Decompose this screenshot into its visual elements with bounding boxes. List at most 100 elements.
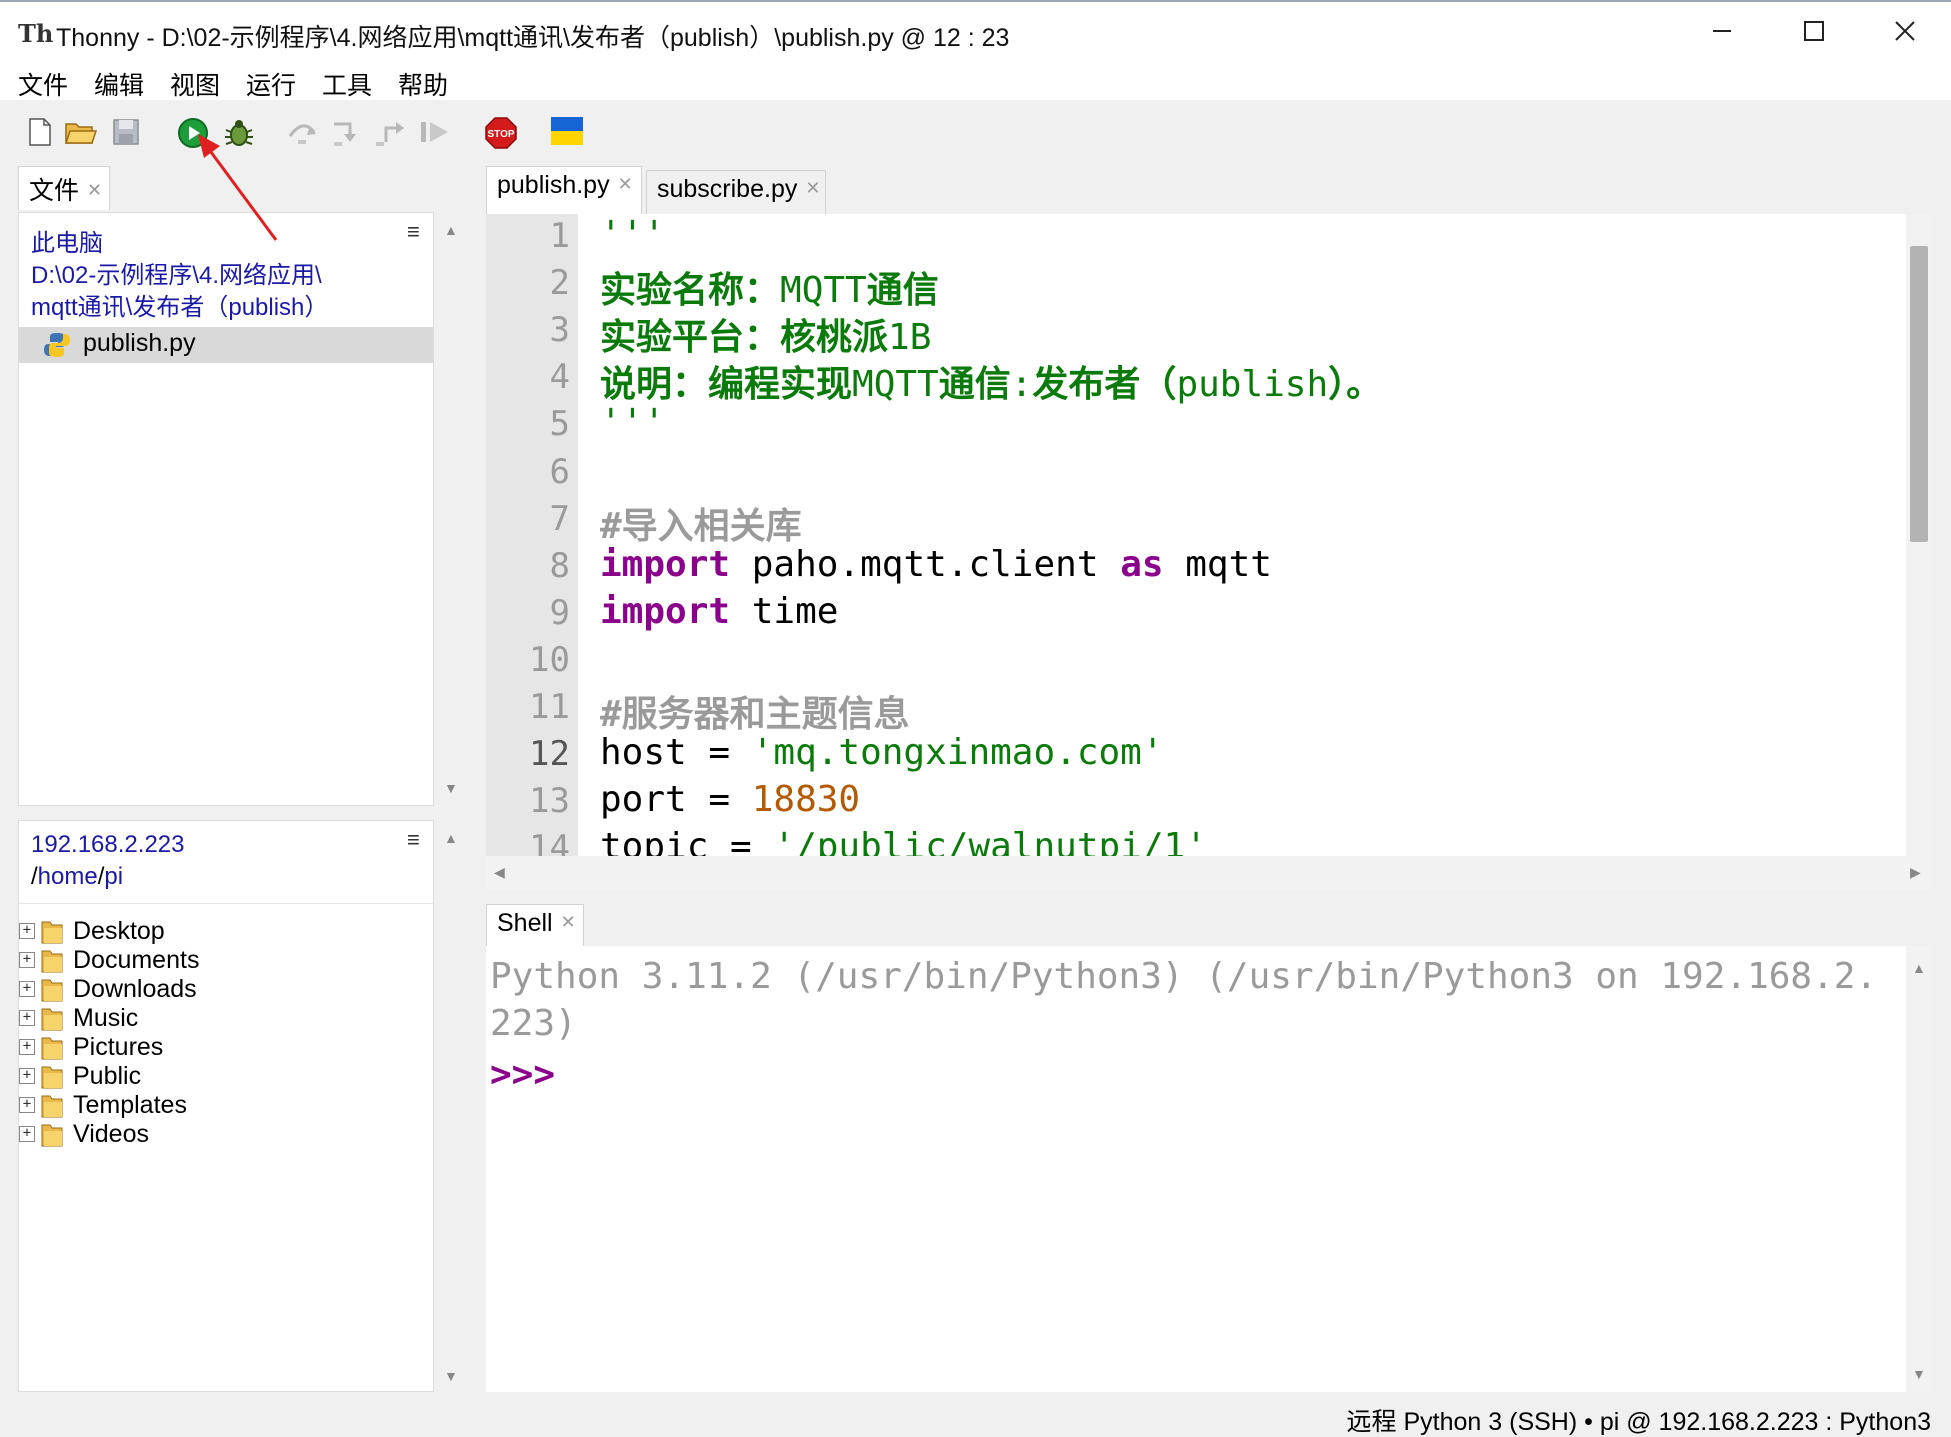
folder-icon <box>41 950 63 973</box>
line-number: 12 <box>529 734 570 775</box>
code-line: ''' <box>600 214 665 255</box>
shell-scrollbar[interactable]: ▲ ▼ <box>1906 946 1932 1392</box>
step-into-button[interactable] <box>330 116 362 148</box>
code-token: time <box>730 590 839 632</box>
tab-publish-py[interactable]: publish.py ✕ <box>486 166 642 214</box>
code-token: 18830 <box>751 779 861 821</box>
save-icon <box>113 119 139 145</box>
expand-icon[interactable]: + <box>19 923 35 939</box>
stop-button[interactable]: STOP <box>484 116 517 149</box>
line-number: 9 <box>549 592 570 633</box>
folder-icon <box>41 1095 63 1118</box>
interpreter-status[interactable]: 远程 Python 3 (SSH) • pi @ 192.168.2.223 :… <box>1347 1402 1931 1437</box>
code-line: #导入相关库 <box>600 497 802 549</box>
code-token: 1B <box>888 317 932 359</box>
save-file-button[interactable] <box>110 116 142 148</box>
code-token: 发布者（ <box>1032 364 1177 406</box>
expand-icon[interactable]: + <box>19 952 35 968</box>
code-line: host = 'mq.tongxinmao.com' <box>600 732 1164 773</box>
folder-icon <box>41 921 63 944</box>
editor-horizontal-scrollbar[interactable]: ◀ ▶ <box>486 856 1932 890</box>
shell-console[interactable]: Python 3.11.2 (/usr/bin/Python3) (/usr/b… <box>486 946 1906 1392</box>
tab-files[interactable]: 文件 ✕ <box>18 166 110 210</box>
scroll-up-icon[interactable]: ▲ <box>444 830 458 846</box>
ukraine-flag-button[interactable] <box>550 114 583 146</box>
line-number: 6 <box>549 451 570 492</box>
code-token: port = <box>600 779 752 821</box>
code-editor[interactable]: ''' 实验名称：MQTT通信 实验平台：核桃派1B 说明：编程实现MQTT通信:发布… <box>578 214 1906 856</box>
step-out-button[interactable] <box>374 116 406 148</box>
line-number: 5 <box>549 404 570 445</box>
resume-button[interactable] <box>418 116 450 148</box>
path-home-link[interactable]: home <box>38 863 98 890</box>
menu-edit[interactable]: 编辑 <box>94 66 144 102</box>
scroll-up-icon[interactable]: ▲ <box>1912 960 1926 976</box>
menu-run[interactable]: 运行 <box>246 66 296 102</box>
code-line: topic = '/public/walnutpi/1' <box>600 826 1207 856</box>
menu-view[interactable]: 视图 <box>170 66 220 102</box>
close-tab-icon[interactable]: ✕ <box>561 912 576 932</box>
divider <box>19 903 433 904</box>
menu-help[interactable]: 帮助 <box>398 66 448 102</box>
expand-icon[interactable]: + <box>19 981 35 997</box>
code-line: #服务器和主题信息 <box>600 685 910 737</box>
open-file-button[interactable] <box>64 116 98 148</box>
minimize-button[interactable] <box>1676 2 1768 60</box>
close-tab-icon[interactable]: ✕ <box>618 174 633 194</box>
scroll-down-icon[interactable]: ▼ <box>1912 1366 1926 1382</box>
scrollbar-thumb[interactable] <box>1910 246 1928 542</box>
code-token: ''' <box>600 214 666 255</box>
ukraine-flag-icon <box>551 117 583 145</box>
pane-menu-icon[interactable]: ≡ <box>407 827 420 853</box>
close-window-button[interactable] <box>1859 2 1951 60</box>
scroll-left-icon[interactable]: ◀ <box>494 864 505 881</box>
line-number: 4 <box>549 357 570 398</box>
list-item-selected[interactable]: publish.py <box>19 327 433 363</box>
remote-host-link[interactable]: 192.168.2.223 <box>31 831 184 859</box>
expand-icon[interactable]: + <box>19 1126 35 1142</box>
menu-bar: 文件 编辑 视图 运行 工具 帮助 <box>0 60 1951 100</box>
code-token: 说明：编程实现 <box>600 364 853 406</box>
expand-icon[interactable]: + <box>19 1097 35 1113</box>
code-token: '/public/walnutpi/1' <box>773 826 1207 856</box>
folder-name: Videos <box>73 1119 149 1148</box>
path-link-line1[interactable]: D:\02-示例程序\4.网络应用\ <box>31 255 322 290</box>
tab-shell[interactable]: Shell ✕ <box>486 904 584 946</box>
scroll-up-icon[interactable]: ▲ <box>444 222 458 238</box>
tab-subscribe-py[interactable]: subscribe.py ✕ <box>646 170 826 214</box>
status-bar: 远程 Python 3 (SSH) • pi @ 192.168.2.223 :… <box>0 1392 1951 1437</box>
close-icon <box>1895 21 1915 41</box>
line-number: 14 <box>529 828 570 856</box>
close-tab-icon[interactable]: ✕ <box>87 180 102 200</box>
title-bar: Th Thonny - D:\02-示例程序\4.网络应用\mqtt通讯\发布者… <box>0 0 1951 60</box>
code-token: 实验名称： <box>600 270 781 312</box>
shell-banner-line1: Python 3.11.2 (/usr/bin/Python3) (/usr/b… <box>490 956 1878 997</box>
shell-banner-line2: 223) <box>490 1003 577 1044</box>
scroll-down-icon[interactable]: ▼ <box>444 1368 458 1384</box>
menu-file[interactable]: 文件 <box>18 66 68 102</box>
stop-icon: STOP <box>485 117 517 149</box>
path-pi-link[interactable]: pi <box>104 863 123 890</box>
code-token: paho.mqtt.client <box>730 543 1121 585</box>
python-file-icon <box>44 333 70 357</box>
expand-icon[interactable]: + <box>19 1068 35 1084</box>
line-number: 7 <box>549 498 570 539</box>
code-token: ）。 <box>1328 364 1383 406</box>
window-title: Thonny - D:\02-示例程序\4.网络应用\mqtt通讯\发布者（pu… <box>56 24 1010 52</box>
tree-item[interactable]: + Videos <box>19 1116 431 1152</box>
this-pc-link[interactable]: 此电脑 <box>31 223 103 258</box>
maximize-button[interactable] <box>1768 2 1860 60</box>
code-token: MQTT <box>852 364 939 406</box>
menu-tools[interactable]: 工具 <box>322 66 372 102</box>
line-number: 10 <box>529 639 570 680</box>
scroll-down-icon[interactable]: ▼ <box>444 780 458 796</box>
path-link-line2[interactable]: mqtt通讯\发布者（publish） <box>31 287 328 322</box>
new-file-button[interactable] <box>24 116 56 148</box>
pane-menu-icon[interactable]: ≡ <box>407 219 420 245</box>
expand-icon[interactable]: + <box>19 1010 35 1026</box>
close-tab-icon[interactable]: ✕ <box>805 178 820 198</box>
editor-vertical-scrollbar[interactable] <box>1906 214 1932 856</box>
code-line: 实验名称：MQTT通信 <box>600 261 939 313</box>
scroll-right-icon[interactable]: ▶ <box>1910 864 1921 881</box>
expand-icon[interactable]: + <box>19 1039 35 1055</box>
